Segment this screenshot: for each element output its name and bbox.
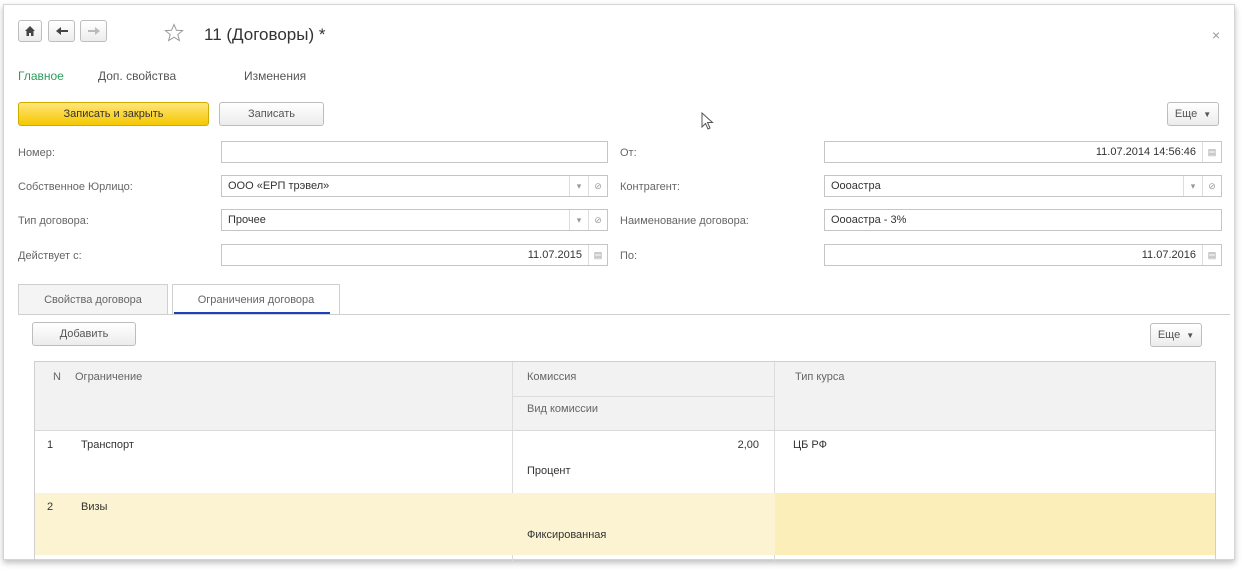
from-label: От: — [620, 147, 637, 159]
row-commission-type: Процент — [527, 465, 571, 477]
table-row[interactable]: 2 Визы Фиксированная — [35, 493, 1215, 555]
back-button[interactable] — [48, 20, 75, 42]
close-icon: × — [1212, 27, 1221, 43]
counterparty-label: Контрагент: — [620, 181, 680, 193]
section-changes[interactable]: Изменения — [244, 69, 306, 83]
row-rate-type: ЦБ РФ — [793, 439, 827, 451]
arrow-right-icon — [87, 27, 100, 35]
header-rate-type[interactable]: Тип курса — [795, 371, 844, 383]
contract-type-label: Тип договора: — [18, 215, 89, 227]
valid-from-value: 11.07.2015 — [527, 249, 582, 261]
valid-to-value: 11.07.2016 — [1141, 249, 1196, 261]
valid-from-input[interactable]: 11.07.2015 ▤ — [221, 244, 608, 266]
row-restriction: Визы — [81, 501, 108, 513]
row-number: 1 — [47, 439, 54, 451]
owner-select[interactable]: ООО «ЕРП трэвел» ▾ ⊘ — [221, 175, 608, 197]
tab-contract-restrictions[interactable]: Ограничения договора — [172, 284, 340, 314]
selected-cell[interactable] — [775, 493, 1215, 555]
contract-type-select[interactable]: Прочее ▾ ⊘ — [221, 209, 608, 231]
table-more-button[interactable]: Еще ▼ — [1150, 323, 1202, 347]
valid-to-label: По: — [620, 250, 638, 262]
counterparty-value: Оооастра — [831, 180, 881, 192]
owner-label: Собственное Юрлицо: — [18, 181, 133, 193]
contract-name-input[interactable]: Оооастра - 3% — [824, 209, 1222, 231]
open-link-icon[interactable]: ⊘ — [588, 210, 607, 230]
chevron-down-icon[interactable]: ▾ — [569, 176, 588, 196]
number-input[interactable] — [221, 141, 608, 163]
calendar-icon[interactable]: ▤ — [1202, 142, 1221, 162]
save-button[interactable]: Записать — [219, 102, 324, 126]
from-date-input[interactable]: 11.07.2014 14:56:46 ▤ — [824, 141, 1222, 163]
window-title: 11 (Договоры) * — [204, 25, 326, 44]
header-restriction[interactable]: Ограничение — [75, 371, 142, 383]
tab-contract-properties[interactable]: Свойства договора — [18, 284, 168, 314]
row-number: 2 — [47, 501, 54, 513]
chevron-down-icon[interactable]: ▾ — [569, 210, 588, 230]
chevron-down-icon: ▼ — [1186, 330, 1195, 340]
contract-name-label: Наименование договора: — [620, 215, 749, 227]
table-header: N Ограничение Комиссия Вид комиссии Тип … — [35, 362, 1215, 431]
section-extra-properties[interactable]: Доп. свойства — [98, 69, 176, 83]
cursor-icon — [701, 112, 714, 130]
section-main[interactable]: Главное — [18, 69, 64, 83]
row-restriction: Транспорт — [81, 439, 134, 451]
calendar-icon[interactable]: ▤ — [1202, 245, 1221, 265]
header-n: N — [53, 371, 61, 383]
more-label: Еще — [1174, 108, 1198, 120]
document-window: 11 (Договоры) * × Главное Доп. свойства … — [3, 4, 1235, 561]
row-commission: 2,00 — [737, 439, 759, 451]
open-link-icon[interactable]: ⊘ — [1202, 176, 1221, 196]
from-date-value: 11.07.2014 14:56:46 — [1095, 146, 1196, 158]
contract-type-value: Прочее — [228, 214, 266, 226]
arrow-left-icon — [55, 27, 68, 35]
number-label: Номер: — [18, 147, 55, 159]
calendar-icon[interactable]: ▤ — [588, 245, 607, 265]
home-button[interactable] — [18, 20, 42, 42]
more-button[interactable]: Еще ▼ — [1167, 102, 1219, 126]
table-row[interactable]: 1 Транспорт 2,00 Процент ЦБ РФ — [35, 431, 1215, 493]
header-commission[interactable]: Комиссия — [527, 371, 576, 383]
open-link-icon[interactable]: ⊘ — [588, 176, 607, 196]
valid-from-label: Действует с: — [18, 250, 82, 262]
counterparty-select[interactable]: Оооастра ▾ ⊘ — [824, 175, 1222, 197]
valid-to-input[interactable]: 11.07.2016 ▤ — [824, 244, 1222, 266]
header-commission-type[interactable]: Вид комиссии — [527, 403, 598, 415]
close-button[interactable]: × — [1212, 27, 1220, 43]
add-row-button[interactable]: Добавить — [32, 322, 136, 346]
table-more-label: Еще — [1157, 329, 1181, 341]
forward-button[interactable] — [80, 20, 107, 42]
chevron-down-icon[interactable]: ▾ — [1183, 176, 1202, 196]
home-icon — [25, 26, 35, 36]
favorite-button[interactable] — [164, 23, 184, 46]
chevron-down-icon: ▼ — [1203, 109, 1212, 119]
save-and-close-button[interactable]: Записать и закрыть — [18, 102, 209, 126]
restrictions-table: N Ограничение Комиссия Вид комиссии Тип … — [34, 361, 1216, 561]
contract-name-value: Оооастра - 3% — [831, 214, 907, 226]
star-icon — [164, 23, 184, 42]
row-commission-type: Фиксированная — [527, 529, 607, 541]
owner-value: ООО «ЕРП трэвел» — [228, 180, 330, 192]
